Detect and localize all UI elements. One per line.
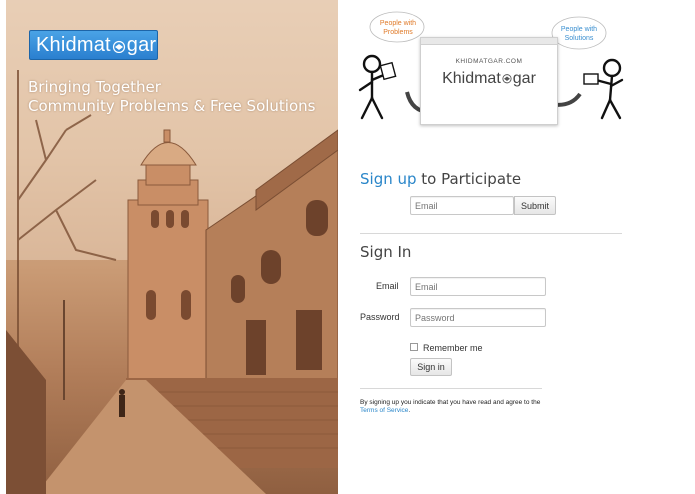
signup-link[interactable]: Sign up [360, 170, 417, 188]
divider [360, 388, 542, 389]
site-name: Khidmat gar [442, 70, 536, 87]
remember-me-label: Remember me [423, 343, 483, 353]
people-with-problems-label: People with Problems [379, 20, 417, 36]
street-scene-illustration [6, 0, 338, 494]
logo-text-suffix: gar [126, 34, 157, 56]
site-url: KHIDMATGAR.COM [455, 58, 523, 65]
password-label: Password [360, 312, 400, 322]
terms-of-service-link[interactable]: Terms of Service [360, 407, 408, 414]
signin-heading: Sign In [360, 243, 412, 261]
signin-email-input[interactable] [410, 277, 546, 296]
signin-password-input[interactable] [410, 308, 546, 327]
handshake-icon [112, 40, 125, 53]
tagline-line-1: Bringing Together [28, 78, 161, 96]
tagline-line-2: Community Problems & Free Solutions [28, 97, 316, 115]
khidmatgar-logo[interactable]: Khidmat gar [29, 30, 158, 60]
hero-image: Khidmat gar Bringing Together Community P… [6, 0, 338, 494]
divider [360, 233, 622, 234]
sign-in-button[interactable]: Sign in [410, 358, 452, 376]
auth-panel: People with Problems People with Solutio… [338, 0, 695, 494]
signup-email-input[interactable] [410, 196, 514, 215]
submit-button[interactable]: Submit [514, 196, 556, 215]
email-label: Email [376, 281, 399, 291]
handshake-icon [502, 74, 512, 84]
terms-notice: By signing up you indicate that you have… [360, 399, 541, 414]
browser-bar [421, 38, 557, 45]
people-with-solutions-label: People with Solutions [560, 26, 598, 42]
signup-heading: Sign up to Participate [360, 170, 522, 188]
right-stick-figure [594, 58, 624, 120]
website-preview-card: KHIDMATGAR.COM Khidmat gar [420, 37, 558, 125]
remember-me-checkbox[interactable] [410, 343, 418, 351]
logo-text-prefix: Khidmat [36, 34, 111, 56]
